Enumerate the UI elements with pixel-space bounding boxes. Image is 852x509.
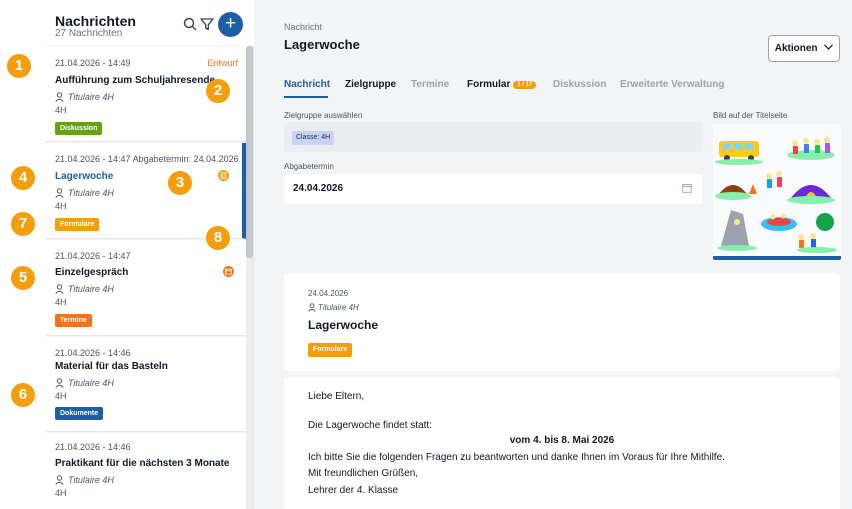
message-item[interactable]: 21.04.2026 - 14:47 Einzelgespräch Titula… — [46, 240, 246, 336]
message-date: 21.04.2026 - 14:49 — [55, 58, 131, 68]
tab-termine[interactable]: Termine — [411, 79, 449, 90]
draft-status: Entwurf — [207, 58, 238, 68]
body-date-range: vom 4. bis 8. Mai 2026 — [509, 435, 615, 446]
title-image-label: Bild auf der Titelseite — [713, 111, 788, 120]
message-author: Titulaire 4H — [55, 92, 114, 102]
message-title: Lagerwoche — [55, 171, 114, 182]
message-date: 21.04.2026 - 14:47 — [55, 251, 131, 261]
message-preview-card: 24.04.2026 Titulaire 4H Lagerwoche Formu… — [284, 273, 840, 371]
message-title: Material für das Basteln — [55, 361, 168, 372]
body-closing: Mit freundlichen Grüßen, — [308, 468, 419, 479]
message-detail: Nachricht Lagerwoche Aktionen Nachricht … — [254, 0, 852, 509]
author-name: Titulaire 4H — [68, 284, 114, 294]
message-count: 27 Nachrichten — [55, 28, 123, 39]
calendar-icon — [223, 266, 234, 277]
tab-formular[interactable]: Formular 1 / 17 — [467, 79, 537, 90]
user-icon — [55, 188, 64, 198]
title-image[interactable] — [713, 124, 841, 260]
target-chip[interactable]: Classe: 4H — [292, 131, 335, 145]
target-group-field[interactable]: Classe: 4H — [284, 122, 702, 152]
tab-formular-label: Formular — [467, 79, 511, 90]
message-class: 4H — [55, 297, 67, 307]
tab-diskussion[interactable]: Diskussion — [553, 79, 606, 90]
annotation-marker: 2 — [206, 79, 230, 103]
message-author: Titulaire 4H — [55, 378, 114, 388]
author-name: Titulaire 4H — [68, 92, 114, 102]
tag-appointments: Termine — [55, 314, 92, 327]
annotation-marker: 8 — [206, 226, 230, 250]
message-class: 4H — [55, 488, 67, 498]
message-item[interactable]: 21.04.2026 - 14:46 Material für das Bast… — [46, 337, 246, 432]
message-date: 21.04.2026 - 14:46 — [55, 442, 131, 452]
page-title: Lagerwoche — [284, 37, 360, 52]
user-icon — [55, 475, 64, 485]
user-icon — [55, 92, 64, 102]
user-icon — [55, 284, 64, 294]
tag-discussion: Diskussion — [55, 122, 103, 135]
preview-author: Titulaire 4H — [308, 303, 359, 312]
actions-button[interactable]: Aktionen — [768, 35, 840, 62]
actions-label: Aktionen — [774, 43, 818, 54]
sidebar-title: Nachrichten — [55, 13, 136, 29]
body-line: Ich bitte Sie die folgenden Fragen zu be… — [308, 452, 725, 463]
filter-icon[interactable] — [200, 17, 214, 31]
form-progress-badge: 1 / 17 — [513, 81, 537, 89]
form-icon — [218, 170, 229, 181]
tag-forms: Formulare — [55, 218, 100, 231]
message-body-card: Liebe Eltern, Die Lagerwoche findet stat… — [284, 377, 840, 509]
user-icon — [308, 303, 316, 312]
annotation-marker: 1 — [7, 54, 31, 78]
active-tab-indicator — [284, 96, 328, 98]
message-author: Titulaire 4H — [55, 284, 114, 294]
due-date-value: 24.04.2026 — [293, 183, 344, 194]
scrollbar-thumb[interactable] — [246, 46, 253, 258]
message-title: Aufführung zum Schuljahresende — [55, 75, 216, 86]
preview-author-name: Titulaire 4H — [318, 303, 359, 312]
message-item-selected[interactable]: 21.04.2026 - 14:47 Abgabetermin: 24.04.2… — [46, 143, 246, 239]
annotation-marker: 7 — [11, 212, 35, 236]
preview-date: 24.04.2026 — [308, 289, 349, 298]
tab-nachricht[interactable]: Nachricht — [284, 79, 330, 90]
annotation-marker: 6 — [11, 383, 35, 407]
message-item[interactable]: 21.04.2026 - 14:46 Praktikant für die nä… — [46, 433, 246, 509]
message-class: 4H — [55, 105, 67, 115]
message-date: 21.04.2026 - 14:47 Abgabetermin: 24.04.2… — [55, 154, 239, 164]
search-icon[interactable] — [183, 17, 197, 31]
message-class: 4H — [55, 201, 67, 211]
message-title: Praktikant für die nächsten 3 Monate — [55, 458, 230, 469]
sidebar-header: Nachrichten 27 Nachrichten + — [46, 0, 254, 46]
breadcrumb: Nachricht — [284, 22, 323, 32]
annotation-marker: 5 — [11, 266, 35, 290]
message-sidebar: Nachrichten 27 Nachrichten + 21.04.2026 … — [46, 0, 254, 509]
tag-forms: Formulare — [308, 343, 353, 357]
author-name: Titulaire 4H — [68, 378, 114, 388]
tab-erweiterte-verwaltung[interactable]: Erweiterte Verwaltung — [620, 79, 724, 90]
annotation-marker: 4 — [11, 166, 35, 190]
sidebar-scrollbar[interactable] — [246, 46, 253, 509]
annotation-marker: 3 — [168, 171, 192, 195]
message-date: 21.04.2026 - 14:46 — [55, 348, 131, 358]
body-greeting: Liebe Eltern, — [308, 391, 365, 402]
chevron-down-icon — [824, 44, 834, 50]
due-date-input[interactable]: 24.04.2026 — [284, 174, 702, 204]
tag-documents: Dokumente — [55, 407, 104, 420]
message-author: Titulaire 4H — [55, 475, 114, 485]
body-signature: Lehrer der 4. Klasse — [308, 485, 399, 496]
plus-icon: + — [224, 13, 237, 34]
message-class: 4H — [55, 391, 67, 401]
message-title: Einzelgespräch — [55, 267, 129, 278]
author-name: Titulaire 4H — [68, 188, 114, 198]
camp-illustration — [713, 124, 841, 260]
target-group-label: Zielgruppe auswählen — [284, 111, 363, 120]
user-icon — [55, 378, 64, 388]
author-name: Titulaire 4H — [68, 475, 114, 485]
preview-title: Lagerwoche — [308, 318, 379, 332]
due-date-label: Abgabetermin — [284, 162, 334, 171]
calendar-icon[interactable] — [682, 183, 692, 193]
add-message-button[interactable]: + — [218, 12, 243, 37]
tab-zielgruppe[interactable]: Zielgruppe — [345, 79, 396, 90]
message-author: Titulaire 4H — [55, 188, 114, 198]
body-line: Die Lagerwoche findet statt: — [308, 420, 432, 431]
